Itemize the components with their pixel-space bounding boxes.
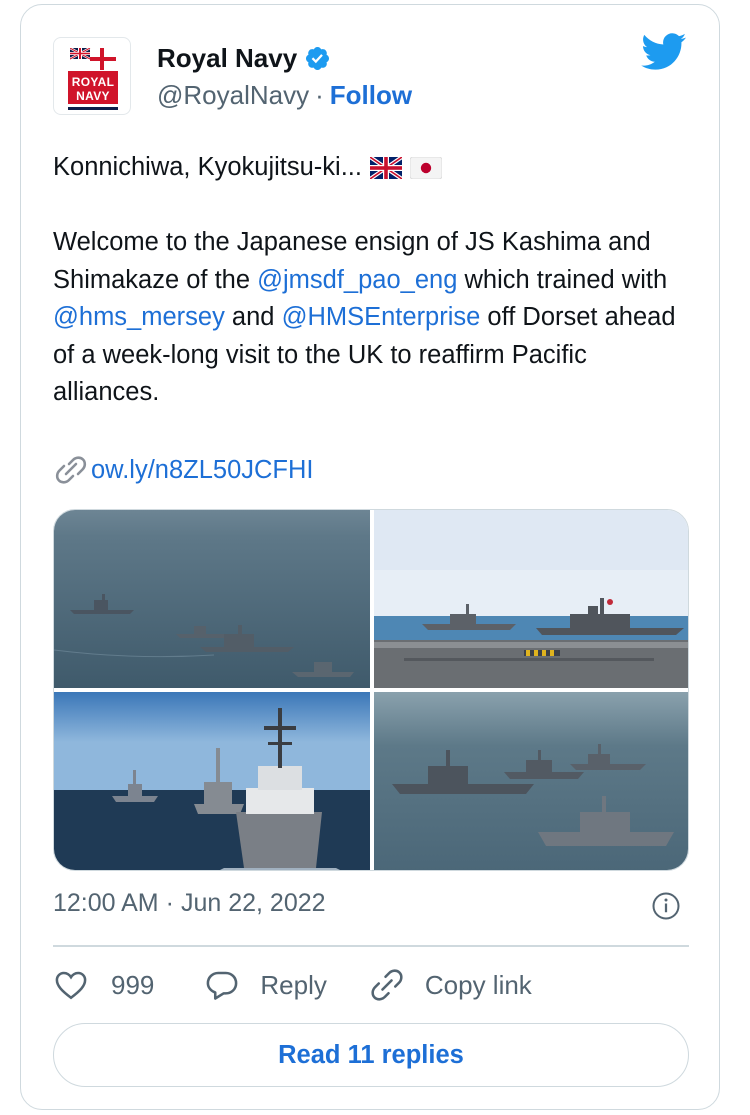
photo-ships-from-carrier-deck[interactable]	[374, 510, 688, 688]
handle-separator: ·	[315, 80, 324, 110]
mention-hms-enterprise[interactable]: @HMSEnterprise	[282, 303, 481, 331]
japan-flag-icon	[409, 157, 442, 179]
reply-bubble-icon	[207, 971, 238, 1000]
divider	[53, 945, 689, 947]
author-avatar[interactable]: ROYAL NAVY	[53, 37, 131, 115]
author-name[interactable]: Royal Navy	[157, 43, 297, 74]
reply-button[interactable]: Reply	[204, 967, 327, 1003]
photo-patrol-ship-leading-column[interactable]	[54, 692, 370, 870]
tweet-card: ROYAL NAVY Royal Navy @RoyalNavy · Follo…	[20, 4, 720, 1110]
royal-navy-logo: ROYAL NAVY	[68, 71, 118, 107]
verified-badge-icon	[306, 46, 330, 70]
photo-4-image	[374, 692, 688, 870]
action-bar: 999 Reply Copy link	[53, 963, 532, 1007]
heart-icon	[55, 971, 87, 1000]
tweet-link[interactable]: ow.ly/n8ZL50JCFHI	[53, 453, 314, 487]
timestamp-date: Jun 22, 2022	[180, 889, 326, 917]
follow-button[interactable]: Follow	[330, 80, 412, 111]
copy-link-button[interactable]: Copy link	[369, 967, 532, 1003]
logo-text-line1: ROYAL	[71, 75, 115, 89]
media-grid	[53, 509, 689, 871]
link-text: ow.ly/n8ZL50JCFHI	[91, 455, 314, 484]
info-icon[interactable]	[651, 891, 681, 921]
timestamp[interactable]: 12:00 AM · Jun 22, 2022	[53, 889, 326, 918]
tweet-greeting: Konnichiwa, Kyokujitsu-ki...	[53, 153, 362, 181]
author-handle[interactable]: @RoyalNavy	[157, 80, 309, 111]
like-button[interactable]: 999	[53, 967, 154, 1003]
uk-flag-icon	[369, 157, 402, 179]
logo-text-line2: NAVY	[76, 89, 110, 103]
mention-hms-mersey[interactable]: @hms_mersey	[53, 303, 225, 331]
tweet-paragraph-mid2: and	[224, 303, 282, 331]
copy-link-label: Copy link	[424, 969, 532, 1000]
read-replies-button[interactable]: Read 11 replies	[53, 1023, 689, 1087]
link-chain-icon	[371, 969, 403, 1001]
photo-1-image	[54, 510, 370, 688]
tweet-text: Konnichiwa, Kyokujitsu-ki... Welcome to …	[53, 149, 703, 412]
tweet-paragraph-mid1: which trained with	[457, 265, 675, 294]
reply-label: Reply	[260, 969, 327, 1000]
like-count: 999	[111, 969, 155, 1000]
timestamp-separator: ·	[165, 889, 174, 917]
author-name-row: Royal Navy	[157, 41, 331, 75]
photo-3-image	[54, 692, 370, 870]
author-handle-row: @RoyalNavy · Follow	[157, 80, 412, 111]
twitter-bird-icon[interactable]	[641, 33, 687, 71]
link-icon	[55, 456, 87, 484]
white-ensign-icon	[70, 48, 116, 70]
photo-ships-formation-open-sea[interactable]	[54, 510, 370, 688]
mention-jmsdf-pao-eng[interactable]: @jmsdf_pao_eng	[257, 266, 457, 294]
timestamp-time: 12:00 AM	[53, 889, 159, 917]
photo-ships-in-line-ahead[interactable]	[374, 692, 688, 870]
photo-2-image	[374, 510, 688, 688]
